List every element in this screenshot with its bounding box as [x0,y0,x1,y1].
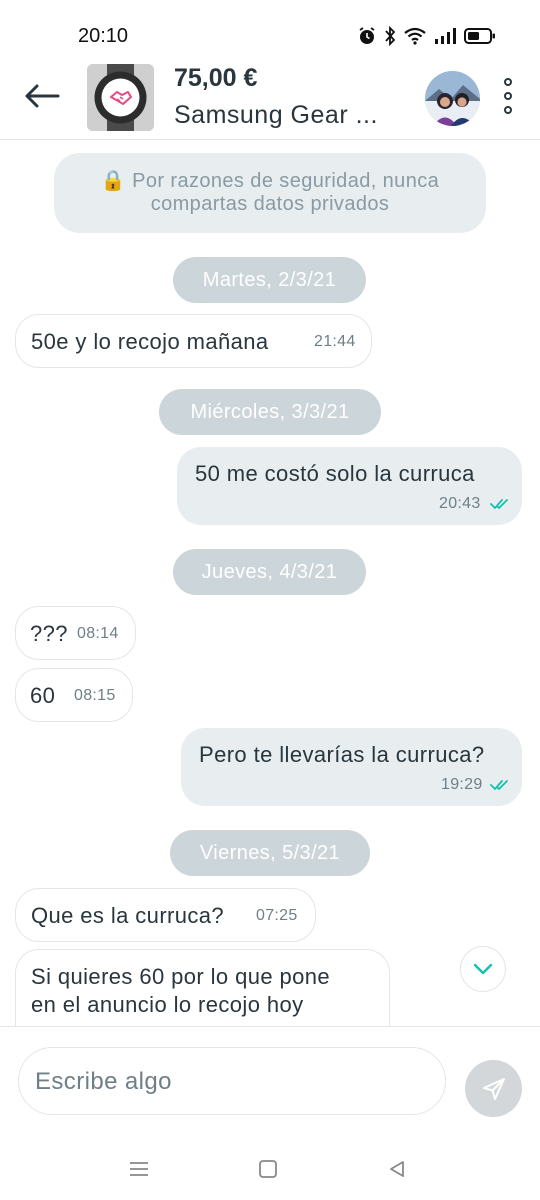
bluetooth-icon [385,26,396,46]
message-time: 21:44 [314,333,356,350]
signal-icon [435,28,456,44]
system-navigation-bar [0,1136,540,1200]
send-icon [482,1077,505,1100]
send-button[interactable] [465,1060,522,1117]
message-input-container[interactable] [18,1047,446,1116]
menu-icon[interactable] [124,1154,154,1184]
date-separator: Viernes, 5/3/21 [170,830,370,876]
avatar-photo [425,71,480,126]
date-label: Martes, 2/3/21 [202,268,337,291]
chat-header: 75,00 € Samsung Gear ... [0,58,540,140]
message-incoming[interactable]: Si quieres 60 por lo que pone en el anun… [15,949,390,1026]
home-icon[interactable] [253,1154,283,1184]
back-arrow-icon [25,84,60,108]
back-button[interactable] [20,74,64,118]
date-separator: Martes, 2/3/21 [173,257,366,303]
wifi-icon [404,27,426,45]
security-notice-line2: compartas datos privados [150,193,390,215]
message-composer [0,1026,540,1137]
message-text-line1: Si quieres 60 por lo que pone [31,964,331,989]
message-outgoing[interactable]: Pero te llevarías la curruca? 19:29 [181,728,522,806]
message-text: ??? [30,621,68,646]
message-text: Que es la curruca? [31,903,225,928]
chevron-down-icon [473,963,493,975]
date-label: Viernes, 5/3/21 [199,841,341,864]
message-text: 60 [30,683,56,708]
smartwatch-image [87,64,154,131]
chat-area[interactable]: 🔒 Por razones de seguridad, nunca compar… [0,140,540,1026]
message-incoming[interactable]: ??? 08:14 [15,606,136,660]
message-input[interactable] [33,1048,437,1116]
message-time: 20:43 [439,495,481,512]
date-separator: Miércoles, 3/3/21 [159,389,381,435]
date-label: Miércoles, 3/3/21 [190,400,350,423]
back-icon[interactable] [382,1154,412,1184]
date-separator: Jueves, 4/3/21 [173,549,366,595]
battery-icon [464,28,495,44]
message-time: 19:29 [441,776,483,793]
message-outgoing[interactable]: 50 me costó solo la curruca 20:43 [177,447,522,525]
product-title[interactable]: Samsung Gear ... [174,101,378,130]
message-time: 07:25 [256,907,298,924]
double-check-icon [490,499,508,509]
product-price: 75,00 € [174,64,258,92]
user-avatar[interactable] [425,71,480,126]
message-time: 08:15 [74,687,116,704]
status-bar: 20:10 [0,0,540,64]
message-incoming[interactable]: 60 08:15 [15,668,133,722]
security-notice: 🔒 Por razones de seguridad, nunca compar… [54,153,486,233]
product-thumbnail[interactable] [87,64,154,131]
scroll-to-bottom-button[interactable] [460,946,506,992]
message-time: 08:14 [77,625,119,642]
security-notice-line1: 🔒 Por razones de seguridad, nunca [100,170,440,192]
alarm-icon [359,27,375,44]
status-time: 20:10 [78,25,129,47]
status-icons [358,24,496,48]
date-label: Jueves, 4/3/21 [201,560,338,583]
message-text-line2: en el anuncio lo recojo hoy [31,992,304,1017]
message-text: Pero te llevarías la curruca? [199,742,485,767]
more-vertical-icon[interactable] [496,74,520,118]
message-text: 50 me costó solo la curruca [195,461,475,486]
message-incoming[interactable]: Que es la curruca? 07:25 [15,888,316,942]
message-incoming[interactable]: 50e y lo recojo mañana 21:44 [15,314,372,368]
message-text: 50e y lo recojo mañana [31,329,269,354]
double-check-icon [490,780,508,790]
